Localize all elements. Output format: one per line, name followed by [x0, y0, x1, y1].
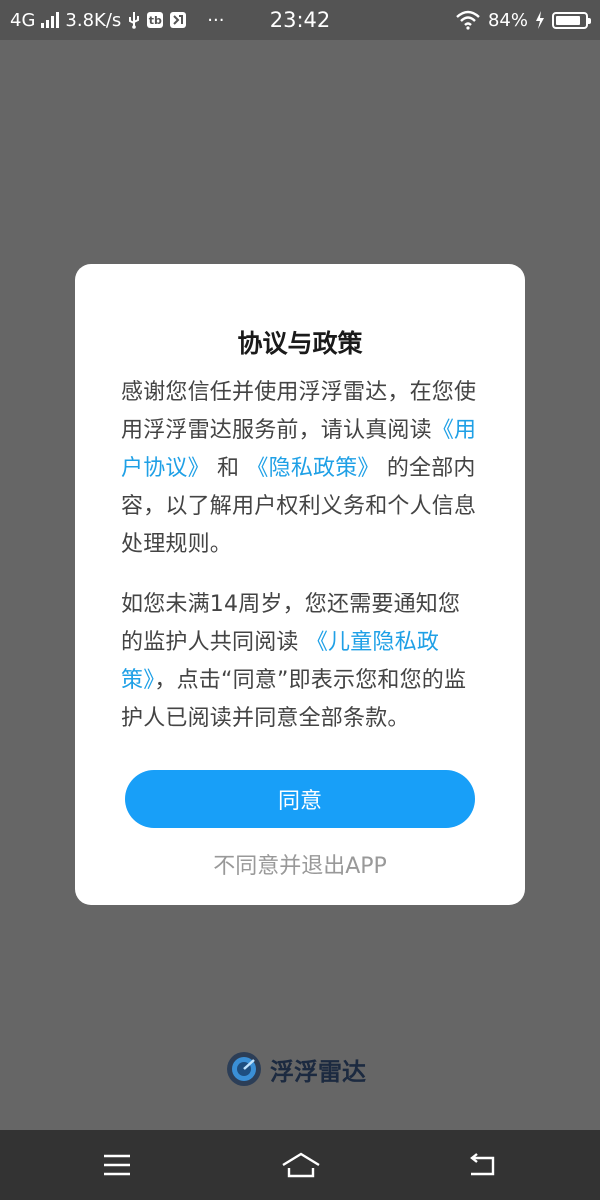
app-notification-icon: [169, 11, 187, 29]
status-left: 4G 3.8K/s tb ···: [10, 0, 224, 40]
agree-button[interactable]: 同意: [125, 770, 475, 828]
decline-exit-button[interactable]: 不同意并退出APP: [75, 848, 525, 880]
menu-icon: [104, 1154, 130, 1176]
intro-paragraph: 感谢您信任并使用浮浮雷达，在您使用浮浮雷达服务前，请认真阅读《用户协议》 和 《…: [121, 374, 481, 564]
status-right: 84%: [455, 0, 591, 40]
menu-button[interactable]: [92, 1145, 142, 1185]
status-bar: 4G 3.8K/s tb ··· 23:42 84%: [0, 0, 600, 40]
brand-name: 浮浮雷达: [270, 1057, 366, 1086]
home-button[interactable]: [276, 1145, 326, 1185]
minor-text-end: ，点击“同意”即表示您和您的监护人已阅读并同意全部条款。: [121, 668, 467, 731]
charging-icon: [535, 11, 545, 29]
back-icon: [470, 1153, 495, 1176]
taobao-notification-icon: tb: [147, 12, 164, 28]
battery-percent: 84%: [487, 9, 528, 31]
system-nav-bar: [0, 1130, 600, 1200]
battery-level: [556, 15, 580, 25]
intro-text-start: 感谢您信任并使用浮浮雷达，在您使用浮浮雷达服务前，请认真阅读: [121, 380, 477, 443]
home-icon: [282, 1152, 320, 1178]
radar-logo-icon: [227, 1052, 261, 1086]
privacy-policy-link[interactable]: 《隐私政策》: [246, 456, 379, 481]
wifi-icon: [455, 10, 481, 30]
signal-icon: [41, 12, 60, 28]
back-button[interactable]: [458, 1145, 508, 1185]
network-speed: 3.8K/s: [65, 9, 122, 31]
brand: 浮浮雷达: [226, 1050, 366, 1088]
network-type: 4G: [10, 9, 36, 31]
more-notifications-icon: ···: [207, 9, 225, 31]
minor-paragraph: 如您未满14周岁，您还需要通知您的监护人共同阅读 《儿童隐私政策》，点击“同意”…: [121, 586, 481, 738]
battery-icon: [552, 11, 591, 29]
usb-icon: [127, 11, 141, 29]
policy-dialog: 协议与政策 感谢您信任并使用浮浮雷达，在您使用浮浮雷达服务前，请认真阅读《用户协…: [75, 264, 525, 905]
dialog-title: 协议与政策: [237, 329, 363, 358]
intro-text-and: 和: [217, 456, 240, 481]
